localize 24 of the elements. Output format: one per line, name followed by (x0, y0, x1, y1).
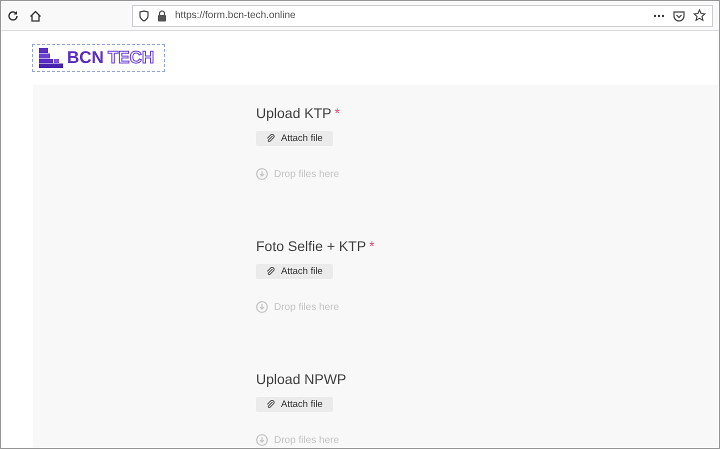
field-label: Upload NPWP (256, 371, 346, 387)
download-icon (256, 301, 268, 313)
field-label: Foto Selfie + KTP * (256, 238, 375, 254)
lock-icon (157, 10, 167, 22)
star-icon[interactable] (693, 9, 706, 22)
home-icon[interactable] (29, 10, 42, 22)
reload-icon[interactable] (7, 10, 19, 22)
paperclip-icon (266, 267, 275, 276)
shield-icon[interactable] (139, 10, 149, 22)
paperclip-icon (266, 134, 275, 143)
paperclip-icon (266, 400, 275, 409)
attach-file-button[interactable]: Attach file (256, 131, 333, 146)
field-label: Upload KTP * (256, 105, 340, 121)
url-text: https://form.bcn-tech.online (175, 10, 297, 21)
download-icon (256, 434, 268, 446)
attach-file-button[interactable]: Attach file (256, 264, 333, 279)
attach-file-button[interactable]: Attach file (256, 397, 333, 412)
pocket-icon[interactable] (673, 10, 685, 22)
logo-text: TECH (108, 48, 154, 68)
address-bar[interactable]: https://form.bcn-tech.online (132, 4, 713, 26)
blocks-icon (39, 48, 63, 68)
more-icon[interactable] (653, 14, 665, 18)
logo-text: BCN (67, 48, 104, 68)
download-icon (256, 168, 268, 180)
